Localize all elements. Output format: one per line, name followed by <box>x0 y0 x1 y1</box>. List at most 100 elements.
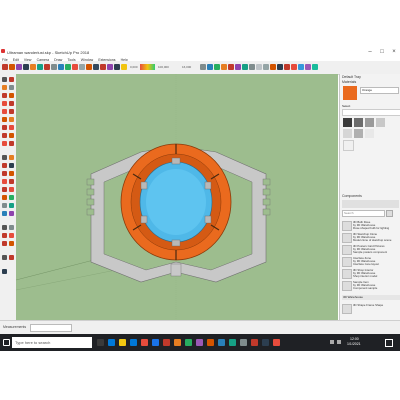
shape-tool-icon[interactable] <box>37 64 43 70</box>
layout-icon[interactable] <box>305 64 311 70</box>
app-icon-4[interactable] <box>196 339 203 346</box>
component-item[interactable]: Sample Item by 3D Warehouse Component samp… <box>342 280 399 291</box>
extension-warehouse-icon[interactable] <box>298 64 304 70</box>
eraser-tool-icon[interactable] <box>9 64 15 70</box>
previous-view-icon[interactable] <box>9 195 14 200</box>
taskbar-time[interactable]: 12:00 <box>350 337 359 341</box>
zoom-window-icon[interactable] <box>9 187 14 192</box>
edge-icon[interactable] <box>108 339 115 346</box>
pan-icon[interactable] <box>9 179 14 184</box>
maximize-button[interactable]: □ <box>377 49 387 55</box>
add-detail-icon[interactable] <box>2 255 7 260</box>
line-tool-icon[interactable] <box>23 64 29 70</box>
monochrome-style-icon[interactable] <box>284 64 290 70</box>
component-item[interactable]: 3D Bulb Rose by 3D Warehouse Rose shaped b… <box>342 220 399 231</box>
components-search-input[interactable]: Search <box>342 210 385 217</box>
text-tool-icon[interactable] <box>86 64 92 70</box>
material-swatch[interactable] <box>354 118 363 127</box>
flip-edge-icon[interactable] <box>9 255 14 260</box>
zoom-icon[interactable] <box>2 187 7 192</box>
search-icon[interactable] <box>386 210 393 217</box>
push-pull-tool-icon[interactable] <box>44 64 50 70</box>
iso-view-icon[interactable] <box>207 64 213 70</box>
extension-manager-icon[interactable] <box>312 64 318 70</box>
model-viewport[interactable] <box>16 74 338 320</box>
eraser-icon[interactable] <box>9 85 14 90</box>
store-icon[interactable] <box>130 339 137 346</box>
rotated-rectangle-icon[interactable] <box>9 109 14 114</box>
app-icon-6[interactable] <box>218 339 225 346</box>
tape-tool-icon[interactable] <box>79 64 85 70</box>
textured-style-icon[interactable] <box>277 64 283 70</box>
component-item[interactable]: 3D Shop Interior by 3D Warehouse Shop inte… <box>342 268 399 279</box>
taskbar-search-input[interactable]: Type here to search <box>15 340 50 345</box>
file-explorer-icon[interactable] <box>119 339 126 346</box>
app-icon-9[interactable] <box>251 339 258 346</box>
app-icon-11[interactable] <box>273 339 280 346</box>
scale-icon[interactable] <box>2 141 7 146</box>
minimize-button[interactable]: – <box>365 49 375 55</box>
materials-panel-label[interactable]: Materials <box>342 80 356 84</box>
display-section-icon[interactable] <box>2 225 7 230</box>
section-cuts-icon[interactable] <box>9 225 14 230</box>
material-swatch[interactable] <box>343 129 352 138</box>
hidden-line-style-icon[interactable] <box>263 64 269 70</box>
move-icon[interactable] <box>2 125 7 130</box>
push-pull-icon[interactable] <box>9 125 14 130</box>
volume-icon[interactable] <box>337 340 341 344</box>
task-view-icon[interactable] <box>97 339 104 346</box>
circle-icon[interactable] <box>2 117 7 122</box>
warehouse-icon[interactable] <box>291 64 297 70</box>
component-item[interactable]: Interface Zone by 3D Warehouse Interface z… <box>342 256 399 267</box>
app-icon-10[interactable] <box>262 339 269 346</box>
rectangle-icon[interactable] <box>2 109 7 114</box>
material-swatch[interactable] <box>376 118 385 127</box>
component-item[interactable]: 3D Sketchup Clone by 3D Warehouse Model cl… <box>342 232 399 243</box>
styles-icon[interactable] <box>2 269 7 274</box>
pencil-icon[interactable] <box>2 93 7 98</box>
material-swatch[interactable] <box>343 118 352 127</box>
app-icon-2[interactable] <box>174 339 181 346</box>
select-tab[interactable]: Select <box>342 104 350 108</box>
axes-icon[interactable] <box>2 171 7 176</box>
app-icon-7[interactable] <box>229 339 236 346</box>
network-icon[interactable] <box>330 340 334 344</box>
top-view-icon[interactable] <box>214 64 220 70</box>
material-library-dropdown[interactable] <box>342 109 400 116</box>
app-icon-8[interactable] <box>240 339 247 346</box>
two-point-arc-icon[interactable] <box>9 101 14 106</box>
zoom-extents-icon[interactable] <box>121 64 127 70</box>
arrow-select-icon[interactable] <box>2 77 7 82</box>
app-icon-5[interactable] <box>207 339 214 346</box>
orbit-tool-icon[interactable] <box>100 64 106 70</box>
material-swatch[interactable] <box>343 140 354 151</box>
taskbar-date[interactable]: 1/1/2021 <box>347 342 361 346</box>
scale-tool-icon[interactable] <box>65 64 71 70</box>
look-around-icon[interactable] <box>9 203 14 208</box>
drape-icon[interactable] <box>9 241 14 246</box>
shaded-style-icon[interactable] <box>270 64 276 70</box>
sandbox-icon[interactable] <box>2 233 7 238</box>
paint-tool-icon[interactable] <box>16 64 22 70</box>
components-panel-label[interactable]: Components <box>342 194 362 198</box>
move-tool-icon[interactable] <box>51 64 57 70</box>
select-tool-icon[interactable] <box>2 64 8 70</box>
front-view-icon[interactable] <box>221 64 227 70</box>
app-icon-3[interactable] <box>185 339 192 346</box>
components-footer[interactable]: 3D Warehouse <box>342 295 400 300</box>
taskbar-search-box[interactable]: Type here to search <box>12 337 92 348</box>
rotate-tool-icon[interactable] <box>58 64 64 70</box>
material-swatch[interactable] <box>354 129 363 138</box>
back-view-icon[interactable] <box>235 64 241 70</box>
wireframe-style-icon[interactable] <box>256 64 262 70</box>
stamp-icon[interactable] <box>2 241 7 246</box>
sketchup-taskbar-icon[interactable] <box>163 339 170 346</box>
make-component-icon[interactable] <box>9 77 14 82</box>
polygon-icon[interactable] <box>9 117 14 122</box>
follow-me-icon[interactable] <box>9 133 14 138</box>
protractor-icon[interactable] <box>2 163 7 168</box>
rotate-icon[interactable] <box>2 133 7 138</box>
material-swatch[interactable] <box>365 118 374 127</box>
dimension-icon[interactable] <box>9 155 14 160</box>
section-plane-icon[interactable] <box>200 64 206 70</box>
